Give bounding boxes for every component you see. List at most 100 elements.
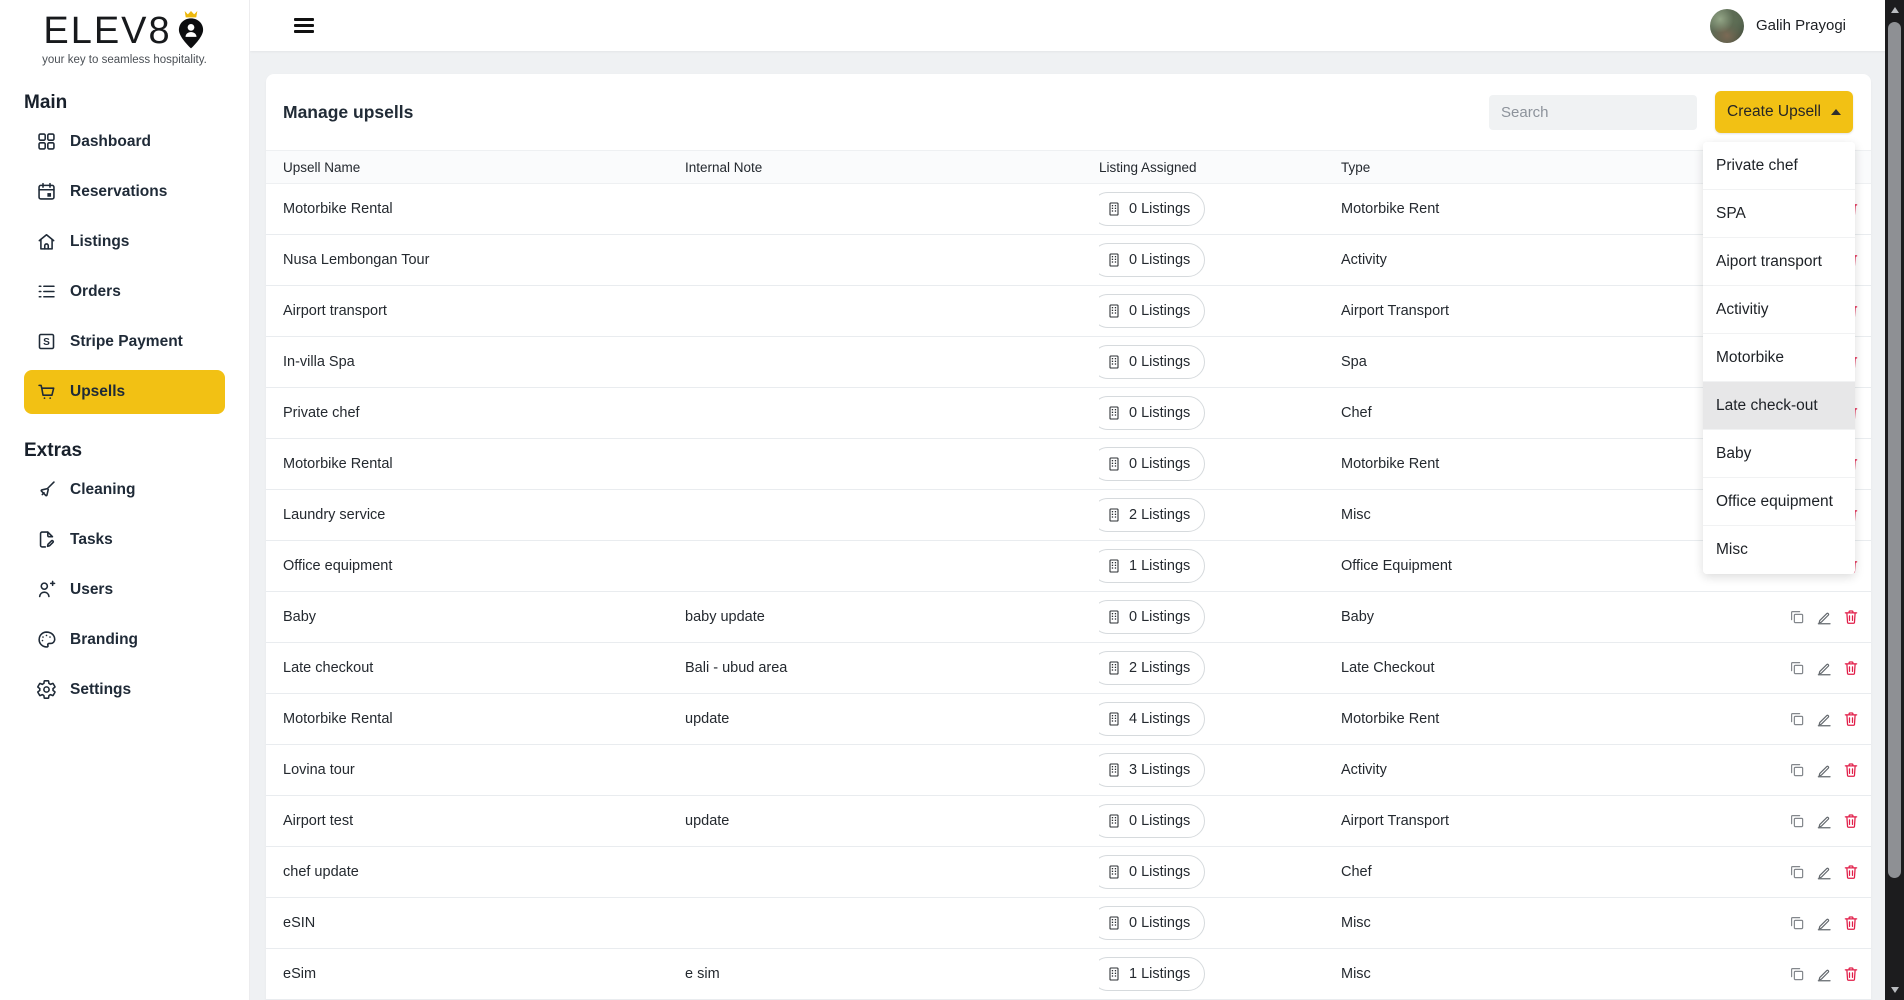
listings-badge[interactable]: 0 Listings [1099,243,1205,277]
sidebar-item-label: Settings [70,681,131,699]
palette-icon [36,629,57,650]
search-input[interactable] [1489,95,1697,130]
edit-icon[interactable] [1815,914,1833,932]
type-cell: Misc [1341,915,1780,931]
edit-icon[interactable] [1815,659,1833,677]
table-row: Private chef 0 Listings Chef [266,388,1871,439]
listings-badge[interactable]: 2 Listings [1099,651,1205,685]
listings-badge[interactable]: 0 Listings [1099,294,1205,328]
edit-icon[interactable] [1815,608,1833,626]
copy-icon[interactable] [1788,965,1806,983]
sidebar-item-tasks[interactable]: Tasks [24,518,225,562]
brand-name: ELEV8 [43,12,171,52]
list-icon [36,281,57,302]
sidebar-item-orders[interactable]: Orders [24,270,225,314]
listings-badge[interactable]: 4 Listings [1099,702,1205,736]
listings-count: 0 Listings [1129,609,1190,625]
listings-badge[interactable]: 0 Listings [1099,345,1205,379]
page-scrollbar[interactable] [1885,0,1904,1000]
dropdown-item[interactable]: Late check-out [1703,382,1855,430]
building-icon [1106,456,1122,472]
brand-logo: ELEV8 your key to seamless hospitality. [0,0,249,66]
sidebar-item-listings[interactable]: Listings [24,220,225,264]
delete-icon[interactable] [1842,761,1860,779]
delete-icon[interactable] [1842,863,1860,881]
delete-icon[interactable] [1842,914,1860,932]
copy-icon[interactable] [1788,863,1806,881]
delete-icon[interactable] [1842,812,1860,830]
internal-note-cell: baby update [685,609,1099,625]
table-row: Baby baby update 0 Listings Baby [266,592,1871,643]
edit-icon[interactable] [1815,965,1833,983]
column-listing-assigned: Listing Assigned [1099,160,1341,175]
create-upsell-label: Create Upsell [1727,103,1821,121]
delete-icon[interactable] [1842,608,1860,626]
dropdown-item[interactable]: Activitiy [1703,286,1855,334]
caret-up-icon [1831,109,1841,115]
dropdown-item[interactable]: Baby [1703,430,1855,478]
listings-badge[interactable]: 0 Listings [1099,192,1205,226]
scrollbar-down-arrow[interactable] [1885,982,1904,998]
listings-badge[interactable]: 3 Listings [1099,753,1205,787]
copy-icon[interactable] [1788,710,1806,728]
listings-badge[interactable]: 0 Listings [1099,855,1205,889]
scrollbar-up-arrow[interactable] [1885,2,1904,18]
sidebar-item-label: Reservations [70,183,167,201]
sidebar-item-users[interactable]: Users [24,568,225,612]
listings-badge[interactable]: 1 Listings [1099,957,1205,991]
copy-icon[interactable] [1788,608,1806,626]
card-header: Manage upsells Create Upsell [266,74,1871,150]
sidebar-item-cleaning[interactable]: Cleaning [24,468,225,512]
delete-icon[interactable] [1842,659,1860,677]
building-icon [1106,762,1122,778]
listings-badge[interactable]: 0 Listings [1099,906,1205,940]
user-menu[interactable]: Galih Prayogi [1710,9,1846,43]
content: Manage upsells Create Upsell Upsell Name… [250,51,1904,1000]
table-header: Upsell Name Internal Note Listing Assign… [266,150,1871,184]
home-icon [36,231,57,252]
upsell-name-cell: Nusa Lembongan Tour [283,252,685,268]
edit-icon[interactable] [1815,761,1833,779]
listings-badge[interactable]: 0 Listings [1099,600,1205,634]
dropdown-item[interactable]: Motorbike [1703,334,1855,382]
dropdown-item[interactable]: Office equipment [1703,478,1855,526]
dropdown-item[interactable]: Private chef [1703,142,1855,190]
sidebar-item-settings[interactable]: Settings [24,668,225,712]
copy-icon[interactable] [1788,812,1806,830]
sidebar-item-upsells[interactable]: Upsells [24,370,225,414]
delete-icon[interactable] [1842,965,1860,983]
sidebar-item-branding[interactable]: Branding [24,618,225,662]
edit-icon[interactable] [1815,812,1833,830]
building-icon [1106,354,1122,370]
listings-badge[interactable]: 0 Listings [1099,396,1205,430]
internal-note-cell: update [685,711,1099,727]
dropdown-item[interactable]: Aiport transport [1703,238,1855,286]
svg-text:S: S [43,338,50,349]
sidebar-item-label: Dashboard [70,133,151,151]
edit-icon[interactable] [1815,863,1833,881]
type-cell: Airport Transport [1341,813,1780,829]
scrollbar-thumb[interactable] [1888,22,1901,878]
table-row: eSim e sim 1 Listings Misc [266,949,1871,1000]
copy-icon[interactable] [1788,659,1806,677]
edit-icon[interactable] [1815,710,1833,728]
listings-badge[interactable]: 0 Listings [1099,447,1205,481]
sidebar-item-stripe-payment[interactable]: S Stripe Payment [24,320,225,364]
listings-badge[interactable]: 1 Listings [1099,549,1205,583]
listings-badge[interactable]: 0 Listings [1099,804,1205,838]
sidebar-item-dashboard[interactable]: Dashboard [24,120,225,164]
copy-icon[interactable] [1788,761,1806,779]
delete-icon[interactable] [1842,710,1860,728]
listings-badge[interactable]: 2 Listings [1099,498,1205,532]
create-upsell-button[interactable]: Create Upsell [1715,91,1853,133]
building-icon [1106,201,1122,217]
dropdown-item[interactable]: SPA [1703,190,1855,238]
sidebar-item-reservations[interactable]: Reservations [24,170,225,214]
hamburger-menu-icon[interactable] [294,18,314,33]
upsell-name-cell: Motorbike Rental [283,201,685,217]
sidebar-item-label: Cleaning [70,481,135,499]
building-icon [1106,660,1122,676]
copy-icon[interactable] [1788,914,1806,932]
dropdown-item[interactable]: Misc [1703,526,1855,574]
table-row: Motorbike Rental 0 Listings Motorbike Re… [266,439,1871,490]
